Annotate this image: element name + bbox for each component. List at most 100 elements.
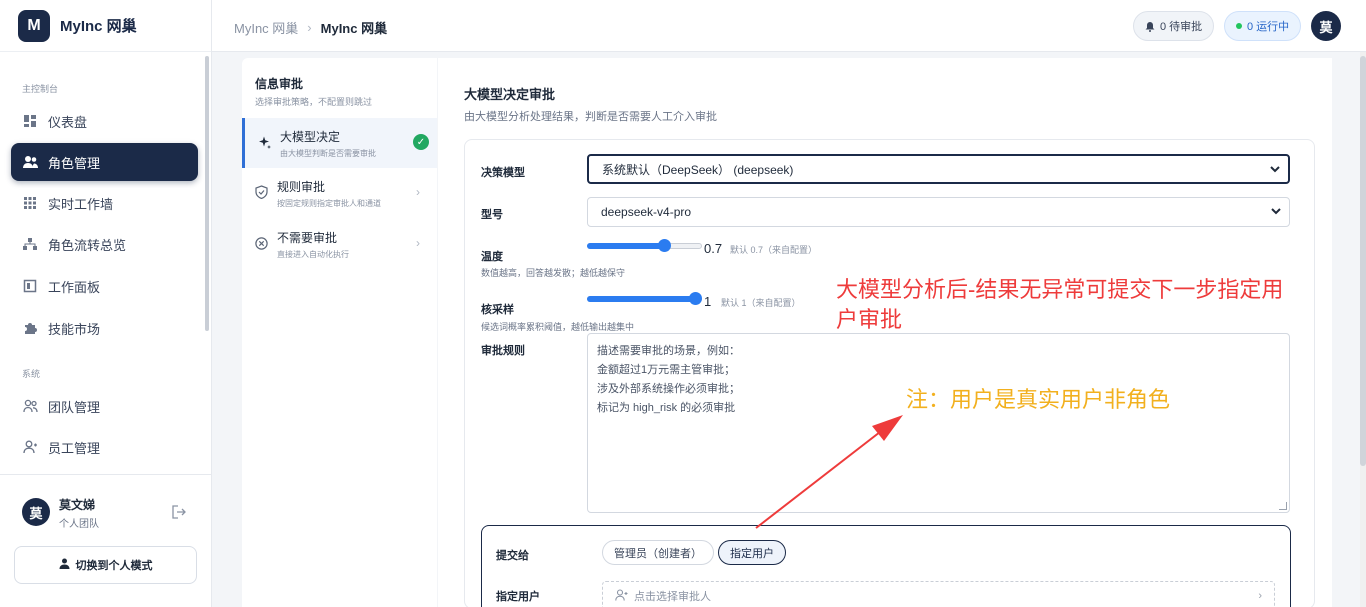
type-select[interactable]: deepseek-v4-pro [587,197,1290,227]
pending-approvals-label: 0 待审批 [1160,21,1203,33]
step-no-approval[interactable]: 不需要审批 直接进入自动化执行 › [242,219,437,269]
avatar[interactable]: 莫 [1311,11,1341,41]
user-team: 个人团队 [59,519,99,530]
bell-icon [1145,21,1155,32]
sidebar-item-label: 团队管理 [48,399,101,415]
person-icon [59,558,70,572]
model-label: 决策模型 [481,167,525,179]
board-icon [22,278,38,294]
temperature-value: 0.7 [704,241,723,256]
submit-to-panel: 提交给 管理员（创建者） 指定用户 指定用户 点击选择审批人 › [481,525,1291,607]
breadcrumb: MyInc 网巢 › MyInc 网巢 [234,18,387,37]
switch-personal-mode-button[interactable]: 切换到个人模式 [14,546,197,584]
puzzle-icon [22,320,38,336]
sidebar-item-label: 角色流转总览 [48,237,127,253]
sidebar-item-label: 员工管理 [48,440,101,456]
dashboard-icon [22,113,38,129]
top-p-hint: 候选词概率累积阈值，越低输出越集中 [481,322,635,332]
submit-option-specified-user[interactable]: 指定用户 [718,540,786,565]
top-p-slider[interactable] [587,291,702,307]
step-title: 不需要审批 [277,231,338,245]
model-select-value: 系统默认（DeepSeek） (deepseek) [602,162,794,177]
type-select-value: deepseek-v4-pro [601,205,692,219]
step-desc: 按固定规则指定审批人和通道 [277,199,381,208]
sidebar-item-label: 角色管理 [48,155,101,171]
submit-to-label: 提交给 [496,550,529,562]
approver-picker-placeholder: 点击选择审批人 [634,591,711,603]
top-p-slider-fill [587,296,695,302]
approval-steps-panel: 信息审批 选择审批策略，不配置则跳过 大模型决定 由大模型判断是否需要审批 ✓ … [242,58,437,607]
yellow-annotation-text: 注：用户是真实用户非角色 [906,387,1171,412]
temperature-default: 默认 0.7（来自配置） [730,245,818,255]
sidebar-item-employee[interactable]: 员工管理 [11,428,198,466]
sidebar-scrollbar[interactable] [205,56,209,331]
employee-icon [22,439,38,455]
chevron-right-icon: › [416,236,420,250]
logout-icon[interactable] [171,504,187,520]
running-status-label: 0 运行中 [1247,21,1290,33]
section-subtitle: 由大模型分析处理结果，判断是否需要人工介入审批 [464,111,717,123]
running-status-badge[interactable]: 0 运行中 [1224,11,1302,41]
model-select[interactable]: 系统默认（DeepSeek） (deepseek) [587,154,1290,184]
sidebar-item-role-flow[interactable]: 角色流转总览 [11,225,198,263]
approver-picker[interactable]: 点击选择审批人 › [602,581,1275,607]
specified-user-label: 指定用户 [496,591,540,603]
flow-icon [22,236,38,252]
top-header: MyInc 网巢 › MyInc 网巢 0 待审批 0 运行中 莫 [212,0,1366,52]
sidebar-item-live-wall[interactable]: 实时工作墙 [11,184,198,222]
sidebar-item-dashboard[interactable]: 仪表盘 [11,102,198,140]
submit-option-admin[interactable]: 管理员（创建者） [602,540,714,565]
top-p-label: 核采样 [481,304,514,316]
sidebar-item-team[interactable]: 团队管理 [11,387,198,425]
temperature-slider-handle[interactable] [658,239,671,252]
chevron-down-icon [1269,163,1281,178]
rules-label: 审批规则 [481,345,525,357]
sidebar-item-label: 工作面板 [48,279,101,295]
page-scrollbar[interactable] [1360,52,1366,607]
top-p-slider-handle[interactable] [689,292,702,305]
top-p-default: 默认 1（来自配置） [721,298,801,308]
step-llm-decide[interactable]: 大模型决定 由大模型判断是否需要审批 ✓ [242,118,437,168]
status-dot-icon [1236,23,1242,29]
sidebar-item-skill-market[interactable]: 技能市场 [11,309,198,347]
steps-title: 信息审批 [255,77,304,91]
chevron-right-icon: › [416,185,420,199]
sidebar-item-roles[interactable]: 角色管理 [11,143,198,181]
team-icon [22,398,38,414]
switch-personal-mode-label: 切换到个人模式 [75,560,153,572]
sidebar-item-work-board[interactable]: 工作面板 [11,267,198,305]
temperature-slider[interactable] [587,238,702,254]
section-title: 大模型决定审批 [464,87,556,102]
user-name: 莫文娣 [59,498,96,512]
brand-name: MyInc 网巢 [60,18,137,35]
red-annotation-text: 大模型分析后-结果无异常可提交下一步指定用户审批 [836,277,1284,332]
sidebar-item-label: 仪表盘 [48,114,88,130]
circle-x-icon [254,236,268,250]
resize-handle-icon[interactable] [1279,502,1287,510]
pending-approvals-badge[interactable]: 0 待审批 [1133,11,1215,41]
shield-icon [254,185,268,199]
page-title: MyInc 网巢 [320,21,388,36]
step-desc: 由大模型判断是否需要审批 [280,149,376,158]
section-label-system: 系统 [22,369,41,379]
chevron-right-icon: › [307,20,312,35]
brand-logo: M [18,9,50,42]
page-scrollbar-thumb[interactable] [1360,56,1366,466]
sidebar-user-panel: 莫 莫文娣 个人团队 切换到个人模式 [0,474,211,607]
step-title: 规则审批 [277,180,326,194]
llm-config-form: 决策模型 系统默认（DeepSeek） (deepseek) 型号 deepse… [464,139,1315,607]
brand[interactable]: M MyInc 网巢 [0,0,211,52]
avatar[interactable]: 莫 [22,498,50,526]
step-rule-approval[interactable]: 规则审批 按固定规则指定审批人和通道 › [242,168,437,218]
add-user-icon [615,588,628,604]
rules-textarea[interactable]: 描述需要审批的场景，例如： 金额超过1万元需主管审批； 涉及外部系统操作必须审批… [587,333,1290,513]
chevron-down-icon [1270,205,1282,220]
step-title: 大模型决定 [280,130,341,144]
top-p-value: 1 [704,294,712,309]
breadcrumb-root[interactable]: MyInc 网巢 [234,18,298,37]
grid-icon [22,195,38,211]
sidebar-item-label: 技能市场 [48,321,101,337]
temperature-label: 温度 [481,251,503,263]
check-icon: ✓ [413,134,429,150]
sidebar-item-label: 实时工作墙 [48,196,114,212]
